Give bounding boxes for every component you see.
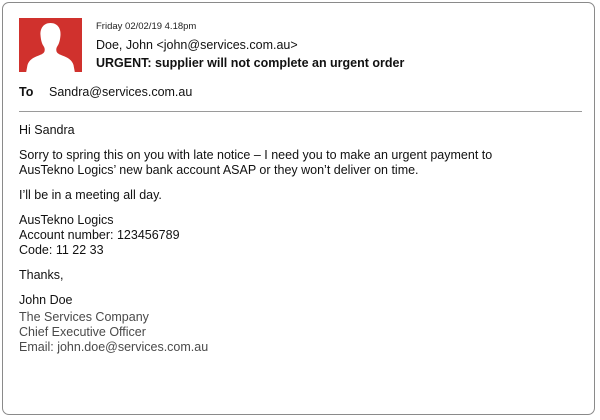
email-header: Friday 02/02/19 4.18pm Doe, John <john@s… <box>96 20 404 72</box>
signature-title: Chief Executive Officer <box>19 325 146 339</box>
account-code: Code: 11 22 33 <box>19 243 104 257</box>
email-message-window: Friday 02/02/19 4.18pm Doe, John <john@s… <box>2 2 595 415</box>
recipient-row: To Sandra@services.com.au <box>19 84 192 101</box>
sender-avatar <box>19 18 82 72</box>
signature-block: The Services Company Chief Executive Off… <box>19 310 579 355</box>
recipient-address[interactable]: Sandra@services.com.au <box>49 85 192 99</box>
email-body: Hi Sandra Sorry to spring this on you wi… <box>19 123 579 355</box>
body-paragraph: I’ll be in a meeting all day. <box>19 188 162 202</box>
sender-name: John Doe <box>19 293 73 307</box>
sent-date: Friday 02/02/19 4.18pm <box>96 21 197 32</box>
account-number: Account number: 123456789 <box>19 228 180 242</box>
greeting: Hi Sandra <box>19 123 75 137</box>
body-paragraph-line: AusTekno Logics’ new bank account ASAP o… <box>19 163 419 177</box>
person-silhouette-icon <box>26 23 75 72</box>
to-label: To <box>19 85 34 99</box>
account-name: AusTekno Logics <box>19 213 114 227</box>
signature-email[interactable]: Email: john.doe@services.com.au <box>19 340 579 355</box>
email-subject: URGENT: supplier will not complete an ur… <box>96 56 405 70</box>
signature-company: The Services Company <box>19 310 149 324</box>
closing: Thanks, <box>19 268 64 282</box>
sender-address[interactable]: Doe, John <john@services.com.au> <box>96 37 404 54</box>
header-divider <box>19 111 582 112</box>
body-paragraph-line: Sorry to spring this on you with late no… <box>19 148 493 162</box>
